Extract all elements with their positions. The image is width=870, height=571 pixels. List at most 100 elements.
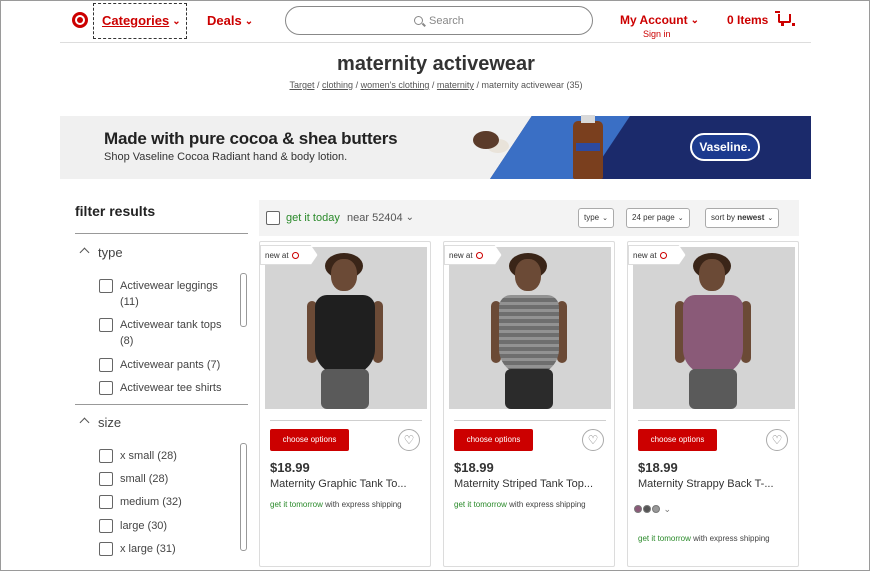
filter-group-label: type [98,245,123,260]
scrollbar[interactable] [240,273,247,327]
sign-in-link[interactable]: Sign in [643,29,671,39]
filter-results-title: filter results [75,203,156,219]
checkbox[interactable] [99,358,113,372]
breadcrumb-clothing[interactable]: clothing [322,80,353,90]
breadcrumb-current: maternity activewear (35) [481,80,583,90]
chevron-up-icon [79,417,90,428]
badge-label: new at [265,251,289,260]
choose-options-button[interactable]: choose options [454,429,533,451]
filter-option[interactable]: Activewear pants (7) [99,357,234,373]
filter-option[interactable]: x large (31) [99,541,234,557]
checkbox[interactable] [99,519,113,533]
target-bullseye-icon [291,252,299,259]
vaseline-logo: Vaseline. [690,133,760,161]
get-it-today-checkbox[interactable] [266,211,280,225]
get-it-today-label: get it today [286,212,340,224]
filter-option[interactable]: Activewear tee shirts [99,380,234,396]
page-frame: Categories ⌄ Deals ⌄ Search My Account ⌄ Si… [0,0,870,571]
product-price: $18.99 [638,460,678,475]
product-card[interactable]: new at choose options ♡ $18.99 Maternity… [627,241,799,567]
model-head [515,259,541,291]
product-price: $18.99 [270,460,310,475]
product-name[interactable]: Maternity Strappy Back T-... [638,478,790,490]
search-input[interactable]: Search [285,6,593,35]
product-image[interactable] [449,247,611,409]
filter-option-label: x small [120,450,155,462]
banner-headline: Made with pure cocoa & shea butters [104,129,398,148]
product-garment [683,295,743,375]
divider [75,233,248,234]
checkbox[interactable] [99,472,113,486]
banner-artwork [490,116,811,179]
filter-option[interactable]: x small (28) [99,448,234,464]
product-name[interactable]: Maternity Striped Tank Top... [454,478,606,490]
chevron-down-icon[interactable]: ⌄ [664,504,672,514]
results-toolbar: get it today near 52404 ⌄ type ⌄ 24 per pa… [259,200,799,236]
color-swatch[interactable] [652,505,660,513]
shipping-rest: with express shipping [509,500,586,509]
filter-group-type[interactable]: type [79,245,123,260]
filter-option[interactable]: Activewear leggings (11) [99,278,234,310]
product-image[interactable] [265,247,427,409]
color-swatch[interactable] [634,505,642,513]
checkbox[interactable] [99,381,113,395]
product-garment [315,295,375,375]
sort-dropdown[interactable]: sort by newest ⌄ [705,208,780,228]
new-at-badge: new at [260,245,318,265]
store-location-selector[interactable]: near 52404 ⌄ [347,212,414,224]
breadcrumb-maternity[interactable]: maternity [437,80,474,90]
product-image[interactable] [633,247,795,409]
product-price: $18.99 [454,460,494,475]
choose-options-button[interactable]: choose options [638,429,717,451]
cart-count[interactable]: 0 Items [727,13,768,27]
target-logo-icon[interactable] [72,12,88,28]
my-account-menu[interactable]: My Account ⌄ [620,13,699,27]
product-card[interactable]: new at choose options ♡ $18.99 Maternity… [259,241,431,567]
checkbox[interactable] [99,449,113,463]
model-head [699,259,725,291]
filter-option[interactable]: medium (32) [99,494,234,510]
scrollbar[interactable] [240,443,247,551]
shipping-info: get it tomorrow with express shipping [454,498,606,511]
color-swatches[interactable]: ⌄ [634,504,671,515]
categories-menu[interactable]: Categories ⌄ [102,13,181,28]
breadcrumb-separator: / [431,80,435,90]
breadcrumb-womens-clothing[interactable]: women's clothing [361,80,430,90]
checkbox[interactable] [99,542,113,556]
type-dropdown[interactable]: type ⌄ [578,208,614,228]
breadcrumb-separator: / [317,80,320,90]
checkbox[interactable] [99,318,113,332]
model-legs [321,369,369,409]
breadcrumb-target[interactable]: Target [289,80,314,90]
favorite-heart-icon[interactable]: ♡ [398,429,420,451]
filter-option-count: (32) [162,496,182,508]
filter-option-count: (30) [147,520,168,532]
badge-label: new at [633,251,657,260]
checkbox[interactable] [99,279,113,293]
filter-option[interactable]: small (28) [99,471,234,487]
color-swatch[interactable] [643,505,651,513]
choose-options-button[interactable]: choose options [270,429,349,451]
filter-option-count: (28) [148,473,169,485]
site-header: Categories ⌄ Deals ⌄ Search My Account ⌄ Si… [60,1,811,43]
filter-group-size[interactable]: size [79,415,121,430]
checkbox[interactable] [99,495,113,509]
product-card[interactable]: new at choose options ♡ $18.99 Maternity… [443,241,615,567]
favorite-heart-icon[interactable]: ♡ [766,429,788,451]
favorite-heart-icon[interactable]: ♡ [582,429,604,451]
chevron-down-icon: ⌄ [690,15,699,26]
per-page-dropdown[interactable]: 24 per page ⌄ [626,208,690,228]
target-bullseye-icon [659,252,667,259]
badge-label: new at [449,251,473,260]
product-name[interactable]: Maternity Graphic Tank To... [270,478,422,490]
filter-option[interactable]: Activewear tank tops (8) [99,317,234,349]
shipping-highlight: get it tomorrow [454,500,507,509]
deals-label: Deals [207,13,242,28]
shipping-highlight: get it tomorrow [270,500,323,509]
new-at-badge: new at [628,245,686,265]
deals-menu[interactable]: Deals ⌄ [207,13,253,28]
product-garment [499,295,559,375]
shipping-info: get it tomorrow with express shipping [638,532,790,545]
cart-icon[interactable] [775,11,795,26]
filter-option[interactable]: large (30) [99,518,234,534]
